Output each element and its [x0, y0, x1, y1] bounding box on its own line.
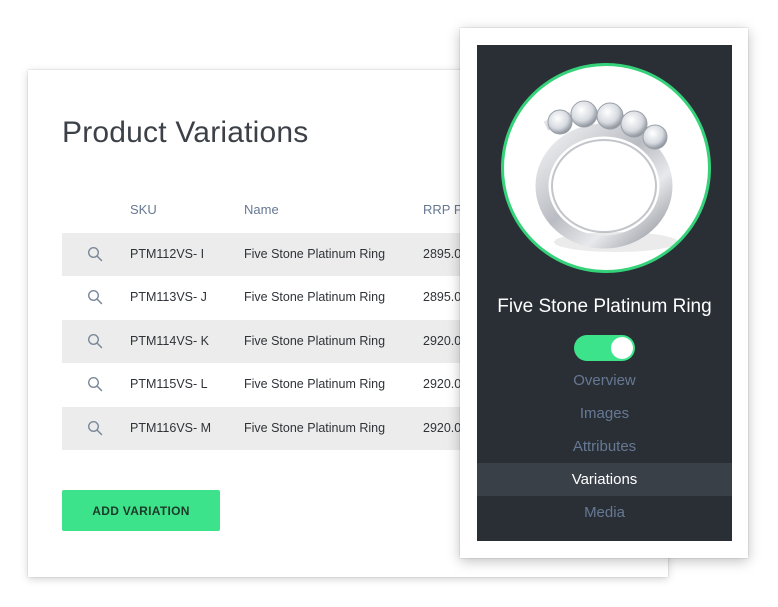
row-name: Five Stone Platinum Ring: [244, 421, 386, 435]
platinum-ring-image: [501, 63, 711, 273]
nav-item-images[interactable]: Images: [477, 397, 732, 430]
table-row[interactable]: PTM113VS- J Five Stone Platinum Ring 289…: [62, 276, 482, 319]
row-sku: PTM112VS- I: [130, 247, 205, 261]
row-rrp: 2920.0: [423, 377, 462, 391]
row-sku: PTM113VS- J: [130, 290, 207, 304]
product-name: Five Stone Platinum Ring: [497, 296, 712, 317]
table-row[interactable]: PTM116VS- M Five Stone Platinum Ring 292…: [62, 407, 482, 450]
nav-item-overview[interactable]: Overview: [477, 364, 732, 397]
search-icon[interactable]: [87, 376, 103, 392]
table-row[interactable]: PTM114VS- K Five Stone Platinum Ring 292…: [62, 320, 482, 363]
row-rrp: 2895.0: [423, 290, 462, 304]
toggle-knob: [611, 337, 633, 359]
row-name: Five Stone Platinum Ring: [244, 334, 386, 348]
page-title: Product Variations: [62, 116, 309, 149]
row-sku: PTM115VS- L: [130, 377, 208, 391]
search-icon[interactable]: [87, 420, 103, 436]
row-name: Five Stone Platinum Ring: [244, 290, 386, 304]
search-icon[interactable]: [87, 289, 103, 305]
row-name: Five Stone Platinum Ring: [244, 377, 386, 391]
table-row[interactable]: PTM115VS- L Five Stone Platinum Ring 292…: [62, 363, 482, 406]
row-sku: PTM116VS- M: [130, 421, 212, 435]
nav-item-media[interactable]: Media: [477, 496, 732, 529]
row-sku: PTM114VS- K: [130, 334, 209, 348]
column-header-name[interactable]: Name: [244, 202, 279, 217]
row-rrp: 2920.0: [423, 421, 462, 435]
product-side-panel-frame: Five Stone Platinum Ring Overview Images…: [460, 28, 748, 558]
row-rrp: 2920.0: [423, 334, 462, 348]
search-icon[interactable]: [87, 246, 103, 262]
search-icon[interactable]: [87, 333, 103, 349]
add-variation-button[interactable]: ADD VARIATION: [62, 490, 220, 531]
table-row[interactable]: PTM112VS- I Five Stone Platinum Ring 289…: [62, 233, 482, 276]
column-header-sku[interactable]: SKU: [130, 202, 157, 217]
column-header-rrp[interactable]: RRP P: [423, 202, 463, 217]
product-active-toggle[interactable]: [574, 335, 635, 361]
nav-item-attributes[interactable]: Attributes: [477, 430, 732, 463]
row-rrp: 2895.0: [423, 247, 462, 261]
row-name: Five Stone Platinum Ring: [244, 247, 386, 261]
product-side-panel: Five Stone Platinum Ring Overview Images…: [477, 45, 732, 541]
nav-item-variations[interactable]: Variations: [477, 463, 732, 496]
